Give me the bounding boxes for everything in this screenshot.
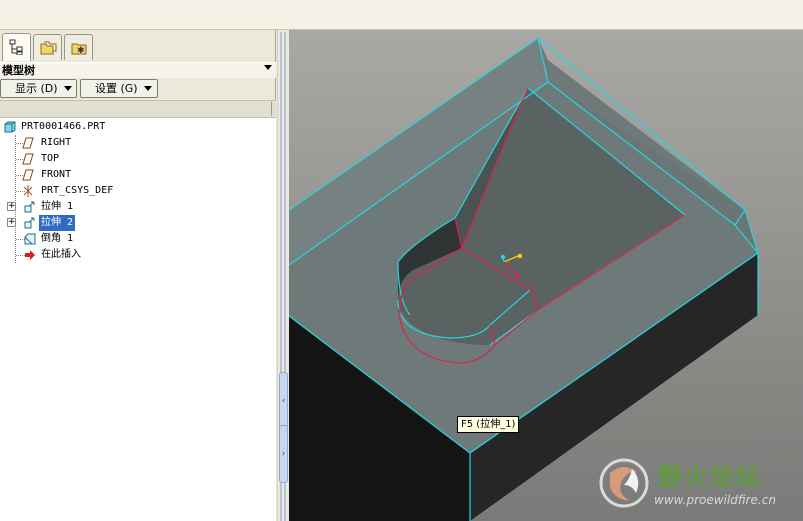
model-tree-title-text: 模型树 [2, 64, 35, 77]
panel-splitter[interactable]: ‹ › [277, 30, 289, 521]
graphics-viewport[interactable] [289, 30, 803, 521]
datum-plane-icon [22, 137, 34, 149]
chamfer-icon [24, 233, 36, 245]
tree-item-label: PRT_CSYS_DEF [41, 185, 114, 196]
expand-right-button[interactable]: › [279, 425, 288, 483]
settings-button[interactable]: 设置 (G) [80, 79, 158, 98]
coordinate-system-icon [23, 185, 33, 197]
collapse-left-button[interactable]: ‹ [279, 372, 288, 430]
tree-item-label: FRONT [41, 169, 72, 180]
folder-browser-icon [40, 41, 57, 55]
extrude-icon [24, 217, 35, 229]
tree-item-label: 在此插入 [41, 249, 81, 260]
panel-menu-arrow-icon[interactable] [264, 65, 272, 70]
favorites-icon: ✱ [71, 43, 87, 56]
tree-connector [15, 135, 16, 263]
expand-toggle[interactable]: + [7, 218, 16, 227]
navigator-panel: ✱ 模型树 显示 (D) 设置 (G) PRT0001466.PRT RIGHT… [0, 30, 276, 521]
feature-tooltip: F5 (拉伸_1) [457, 416, 520, 433]
tab-model-tree[interactable] [2, 33, 31, 61]
insert-here-arrow-icon [25, 250, 35, 260]
model-tree-title: 模型树 [0, 62, 276, 78]
tree-item-label: RIGHT [41, 137, 72, 148]
svg-text:✱: ✱ [77, 46, 85, 56]
tab-folder-browser[interactable] [33, 34, 62, 60]
model-3d-view [289, 30, 803, 521]
model-tree-icon [9, 39, 23, 55]
watermark-title: 野火论坛 [658, 463, 762, 491]
datum-plane-icon [22, 169, 34, 181]
part-icon [4, 121, 16, 133]
show-button-label: 显示 (D) [15, 82, 58, 95]
watermark-url: www.proewildfire.cn [654, 493, 776, 507]
tree-item-label: TOP [41, 153, 60, 164]
forum-logo-icon [599, 458, 649, 508]
watermark: 野火论坛 www.proewildfire.cn [592, 453, 798, 515]
tree-item-label-selected: 拉伸 2 [39, 215, 76, 231]
chevron-down-icon [143, 86, 152, 91]
navigator-tabs: ✱ [2, 33, 95, 62]
column-resize-handle[interactable] [271, 102, 272, 116]
model-tree: PRT0001466.PRT RIGHT TOP FRONT PRT_CSYS_… [0, 118, 276, 521]
tree-item-label: 拉伸 1 [41, 201, 74, 212]
chevron-down-icon [63, 86, 72, 91]
tree-column-header [0, 100, 276, 118]
show-button[interactable]: 显示 (D) [0, 79, 77, 98]
tree-item-label: 倒角 1 [41, 233, 74, 244]
tree-root-label: PRT0001466.PRT [21, 121, 106, 132]
tree-button-row: 显示 (D) 设置 (G) [0, 79, 158, 98]
datum-plane-icon [22, 153, 34, 165]
tab-favorites[interactable]: ✱ [64, 34, 93, 60]
top-toolbar [0, 0, 803, 30]
expand-toggle[interactable]: + [7, 202, 16, 211]
extrude-icon [24, 201, 35, 213]
settings-button-label: 设置 (G) [95, 82, 138, 95]
